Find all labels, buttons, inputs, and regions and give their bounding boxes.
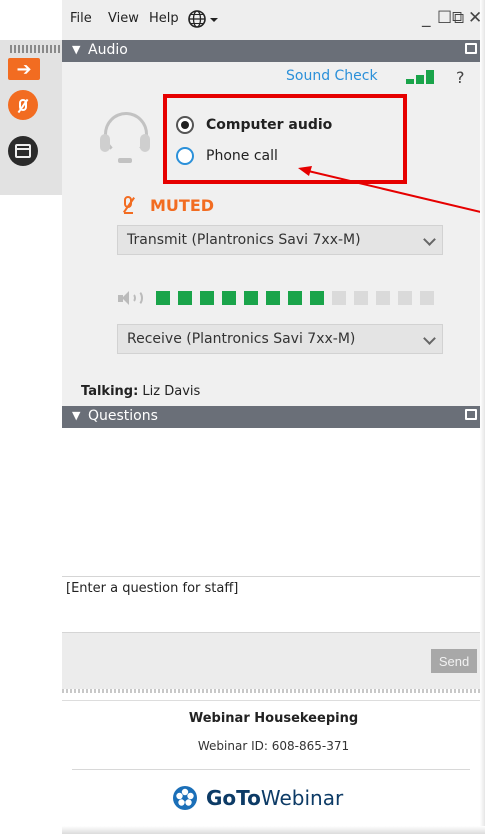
headset-icon xyxy=(100,112,152,164)
receive-device-select[interactable]: Receive (Plantronics Savi 7xx-M) xyxy=(117,324,443,354)
send-row: Send xyxy=(62,632,485,689)
level-segment xyxy=(420,291,434,305)
level-segment xyxy=(354,291,368,305)
sound-check-link[interactable]: Sound Check xyxy=(286,68,378,84)
talking-label: Talking: xyxy=(81,384,139,399)
level-segment xyxy=(244,291,258,305)
menu-help[interactable]: Help xyxy=(149,11,179,26)
computer-audio-radio[interactable] xyxy=(176,116,194,134)
menu-file[interactable]: File xyxy=(70,11,92,26)
brand-name: GoToWebinar xyxy=(206,786,344,810)
gotowebinar-logo-icon xyxy=(173,786,197,810)
audio-level-meter xyxy=(156,291,446,305)
popout-button[interactable]: ⧉ xyxy=(452,8,464,28)
window-shadow xyxy=(480,0,485,834)
question-input[interactable]: [Enter a question for staff] xyxy=(62,576,485,632)
muted-mic-icon[interactable] xyxy=(120,196,136,216)
resize-grip[interactable] xyxy=(62,689,485,693)
audio-header[interactable]: ▼ Audio xyxy=(62,40,485,62)
level-segment xyxy=(310,291,324,305)
transmit-device-value: Transmit (Plantronics Savi 7xx-M) xyxy=(127,232,361,248)
grab-tab: ➔ xyxy=(0,40,64,195)
questions-header[interactable]: ▼ Questions xyxy=(62,406,485,428)
globe-icon[interactable] xyxy=(187,9,221,29)
muted-mic-icon[interactable] xyxy=(8,90,38,120)
phone-call-radio[interactable] xyxy=(176,147,194,165)
level-segment xyxy=(200,291,214,305)
webinar-id: Webinar ID: 608-865-371 xyxy=(197,739,350,753)
help-icon[interactable]: ? xyxy=(456,68,465,87)
send-button[interactable]: Send xyxy=(431,649,477,673)
level-segment xyxy=(178,291,192,305)
restore-button[interactable]: ☐ xyxy=(437,8,452,28)
talking-name: Liz Davis xyxy=(142,384,201,399)
minimize-button[interactable]: _ xyxy=(422,8,431,28)
webinar-footer: Webinar Housekeeping Webinar ID: 608-865… xyxy=(62,700,485,834)
footer-divider xyxy=(72,769,470,770)
muted-status: MUTED xyxy=(150,196,215,215)
collapse-icon[interactable]: ▼ xyxy=(72,43,80,56)
signal-bar-1 xyxy=(406,79,414,84)
audio-header-title: Audio xyxy=(88,42,128,58)
level-segment xyxy=(156,291,170,305)
level-segment xyxy=(376,291,390,305)
signal-bar-3 xyxy=(426,70,434,84)
chevron-down-icon xyxy=(423,233,436,246)
talking-indicator: Talking: Liz Davis xyxy=(81,384,200,399)
questions-log xyxy=(62,428,485,576)
transmit-device-select[interactable]: Transmit (Plantronics Savi 7xx-M) xyxy=(117,225,443,255)
speaker-icon xyxy=(118,290,144,306)
level-segment xyxy=(332,291,346,305)
annotation-highlight-box xyxy=(163,94,407,184)
phone-call-label[interactable]: Phone call xyxy=(206,148,278,164)
window-shadow xyxy=(62,826,485,834)
level-segment xyxy=(266,291,280,305)
popout-icon[interactable] xyxy=(465,43,477,54)
signal-bar-2 xyxy=(416,75,424,84)
menu-view[interactable]: View xyxy=(108,11,139,26)
screen-icon[interactable] xyxy=(8,136,38,166)
chevron-down-icon xyxy=(423,332,436,345)
level-segment xyxy=(398,291,412,305)
grab-handle[interactable] xyxy=(10,45,60,53)
webinar-title: Webinar Housekeeping xyxy=(188,711,359,726)
gotowebinar-logo: GoToWebinar xyxy=(172,783,343,813)
computer-audio-label[interactable]: Computer audio xyxy=(206,117,332,133)
receive-device-value: Receive (Plantronics Savi 7xx-M) xyxy=(127,331,356,347)
questions-header-title: Questions xyxy=(88,408,158,424)
level-segment xyxy=(222,291,236,305)
level-segment xyxy=(288,291,302,305)
collapse-icon[interactable]: ▼ xyxy=(72,409,80,422)
popout-icon[interactable] xyxy=(465,409,477,420)
arrow-right-icon[interactable]: ➔ xyxy=(8,58,40,80)
